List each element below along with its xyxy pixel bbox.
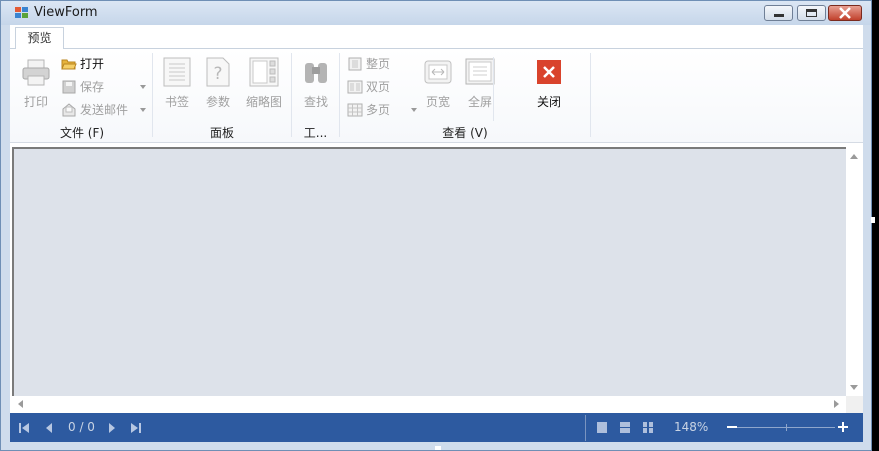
page-width-button[interactable]: 页宽 xyxy=(420,57,456,110)
multi-page-button[interactable]: 多页 xyxy=(347,101,390,121)
previous-page-icon[interactable] xyxy=(43,421,55,435)
panel-group: 书签 ? 参数 缩略图 面板 xyxy=(153,53,291,141)
first-page-icon[interactable] xyxy=(18,421,30,435)
scroll-left-icon[interactable] xyxy=(18,400,23,408)
send-email-label: 发送邮件 xyxy=(80,103,129,117)
file-group-label: 文件 (F) xyxy=(59,126,105,140)
scroll-down-icon[interactable] xyxy=(850,385,858,390)
scroll-up-icon[interactable] xyxy=(850,154,858,159)
save-dropdown-arrow-icon[interactable] xyxy=(140,85,146,89)
resize-handle[interactable] xyxy=(871,217,875,223)
save-label: 保存 xyxy=(80,80,105,94)
find-button[interactable]: 查找 xyxy=(298,57,334,110)
print-label: 打印 xyxy=(23,95,48,109)
two-pages-label: 双页 xyxy=(366,80,391,94)
view-group: 整页 双页 多页 页宽 全屏 关闭 查看 (V) xyxy=(340,53,590,141)
thumbnails-icon xyxy=(249,57,279,87)
open-button[interactable]: 打开 xyxy=(61,55,104,75)
horizontal-scrollbar[interactable] xyxy=(12,396,846,413)
resize-handle[interactable] xyxy=(435,446,441,450)
binoculars-icon xyxy=(301,57,331,87)
continuous-view-icon[interactable] xyxy=(619,421,631,434)
view-group-label: 查看 (V) xyxy=(442,126,488,140)
next-page-icon[interactable] xyxy=(106,421,118,435)
zoom-slider-thumb[interactable] xyxy=(786,424,787,431)
two-pages-icon xyxy=(347,80,363,94)
close-x-icon xyxy=(534,57,564,87)
maximize-button[interactable] xyxy=(797,5,826,21)
ribbon-tabstrip: 预览 xyxy=(10,25,863,50)
thumbnails-button[interactable]: 缩略图 xyxy=(244,57,284,110)
window-close-button[interactable] xyxy=(828,5,862,21)
maximize-icon xyxy=(806,9,817,17)
parameters-button[interactable]: ? 参数 xyxy=(200,57,236,110)
scrollbar-corner xyxy=(846,396,863,413)
whole-page-label: 整页 xyxy=(366,57,391,71)
page-indicator: 0 / 0 xyxy=(68,420,95,434)
client-area: 预览 打印 打开 保存 发送邮件 文件 (F) 书签 ? 参数 缩略图 面板 查… xyxy=(10,25,863,442)
inner-divider xyxy=(493,57,494,121)
printer-icon xyxy=(21,57,51,87)
page-width-label: 页宽 xyxy=(425,95,450,109)
zoom-level: 148% xyxy=(674,420,709,434)
tab-preview[interactable]: 预览 xyxy=(15,27,64,50)
ribbon: 打印 打开 保存 发送邮件 文件 (F) 书签 ? 参数 缩略图 面板 查找 工… xyxy=(10,49,863,143)
main-window: ViewForm 预览 打印 打开 保存 发送邮件 文件 (F) 书签 ? 参数… xyxy=(0,0,872,451)
vertical-scrollbar[interactable] xyxy=(846,147,863,396)
tools-group-label: 工... xyxy=(303,126,328,140)
folder-open-icon xyxy=(61,57,77,71)
multi-page-icon xyxy=(347,103,363,117)
single-page-view-icon[interactable] xyxy=(596,421,608,434)
find-label: 查找 xyxy=(303,95,328,109)
window-title: ViewForm xyxy=(34,5,98,20)
close-preview-label: 关闭 xyxy=(536,95,561,109)
open-label: 打开 xyxy=(80,57,105,71)
status-divider xyxy=(585,415,586,441)
two-pages-button[interactable]: 双页 xyxy=(347,78,390,98)
file-group: 打印 打开 保存 发送邮件 文件 (F) xyxy=(14,53,150,141)
whole-page-button[interactable]: 整页 xyxy=(347,55,390,75)
scroll-right-icon[interactable] xyxy=(834,400,839,408)
bookmarks-label: 书签 xyxy=(164,95,189,109)
tools-group: 查找 工... xyxy=(292,53,339,141)
save-button[interactable]: 保存 xyxy=(61,78,104,98)
document-viewport[interactable] xyxy=(12,147,863,418)
question-doc-icon: ? xyxy=(203,57,233,87)
page-width-icon xyxy=(423,57,453,87)
multi-page-label: 多页 xyxy=(366,103,391,117)
minimize-icon xyxy=(774,14,784,17)
group-divider xyxy=(590,53,591,137)
panel-group-label: 面板 xyxy=(209,126,234,140)
title-bar[interactable]: ViewForm xyxy=(1,1,871,25)
zoom-in-icon[interactable] xyxy=(837,421,849,433)
thumbnails-label: 缩略图 xyxy=(245,95,282,109)
bookmark-icon xyxy=(162,57,192,87)
last-page-icon[interactable] xyxy=(130,421,142,435)
parameters-label: 参数 xyxy=(205,95,230,109)
minimize-button[interactable] xyxy=(764,5,793,21)
full-screen-icon xyxy=(465,57,495,87)
floppy-disk-icon xyxy=(61,80,77,94)
single-page-icon xyxy=(347,57,363,71)
svg-text:?: ? xyxy=(213,64,222,84)
app-icon xyxy=(15,7,29,19)
bookmarks-button[interactable]: 书签 xyxy=(159,57,195,110)
close-preview-button[interactable]: 关闭 xyxy=(531,57,567,110)
envelope-icon xyxy=(61,102,77,117)
send-email-dropdown-arrow-icon[interactable] xyxy=(140,108,146,112)
grid-view-icon[interactable] xyxy=(642,421,654,434)
multi-page-dropdown-arrow-icon[interactable] xyxy=(411,108,417,112)
print-button[interactable]: 打印 xyxy=(18,57,54,110)
status-bar: 0 / 0 148% xyxy=(10,413,863,442)
close-icon xyxy=(839,7,851,19)
send-email-button[interactable]: 发送邮件 xyxy=(61,101,128,121)
